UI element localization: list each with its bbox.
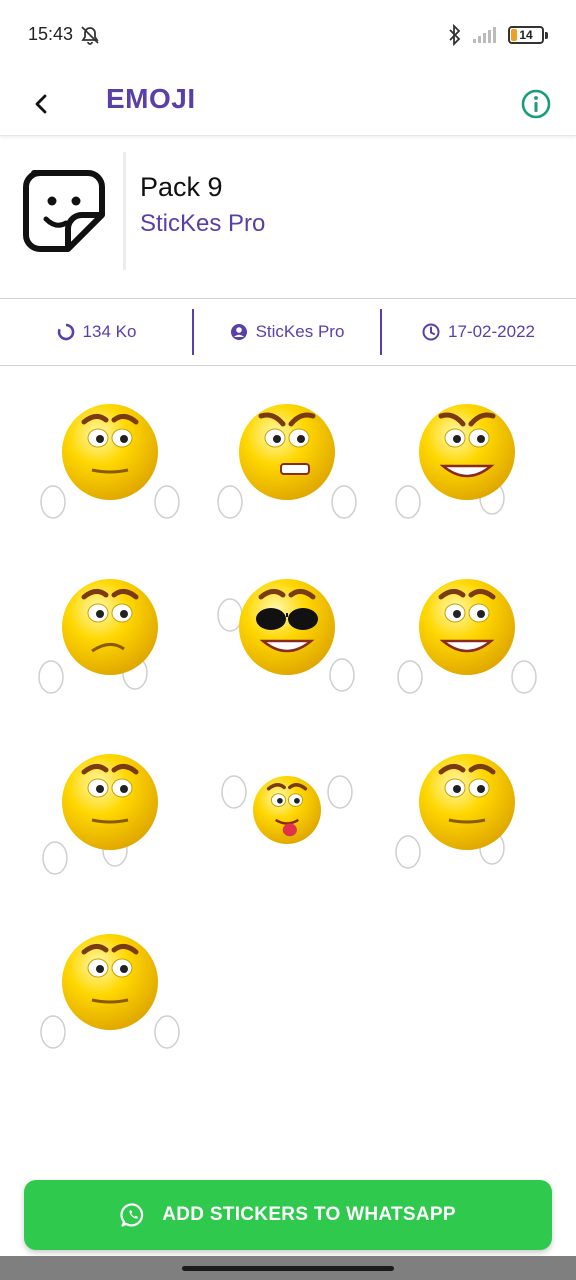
mute-icon <box>81 26 99 45</box>
add-to-whatsapp-label: ADD STICKERS TO WHATSAPP <box>162 1204 456 1225</box>
pack-author: SticKes Pro <box>140 210 266 237</box>
system-nav-bar <box>0 1256 576 1280</box>
back-button[interactable] <box>24 82 60 126</box>
back-arrow-icon <box>35 94 47 114</box>
battery-level: 14 <box>519 28 533 42</box>
page-title: EMOJI <box>106 83 196 114</box>
info-icon <box>521 89 551 119</box>
pack-size: 134 Ko <box>0 299 193 365</box>
sticker-item[interactable] <box>212 740 362 880</box>
app-bar: EMOJI <box>0 72 576 136</box>
sticker-item[interactable] <box>35 920 185 1060</box>
pack-tray-icon <box>20 152 126 270</box>
size-icon <box>57 323 74 341</box>
account-icon <box>230 324 247 340</box>
pack-publisher: SticKes Pro <box>193 299 381 365</box>
battery-icon: 14 <box>508 26 548 44</box>
whatsapp-icon <box>120 1203 144 1227</box>
sticker-item[interactable] <box>35 740 185 880</box>
sticker-item[interactable] <box>392 565 542 705</box>
status-icons: 14 <box>448 24 548 46</box>
pack-date: 17-02-2022 <box>381 299 576 365</box>
pack-header: Pack 9 SticKes Pro <box>0 150 576 272</box>
clock-icon <box>422 323 440 341</box>
pack-publisher-label: SticKes Pro <box>255 322 345 341</box>
status-bar: 15:43 14 <box>0 0 576 72</box>
sticker-pack-icon <box>23 170 105 252</box>
sticker-item[interactable] <box>212 390 362 530</box>
sticker-item[interactable] <box>35 565 185 705</box>
sticker-item[interactable] <box>35 390 185 530</box>
pack-date-label: 17-02-2022 <box>448 322 535 341</box>
home-gesture-handle[interactable] <box>182 1266 394 1271</box>
sticker-item[interactable] <box>392 740 542 880</box>
bluetooth-icon <box>449 24 461 46</box>
pack-info-strip: 134 Ko SticKes Pro 17-02-2022 <box>0 298 576 366</box>
sticker-item[interactable] <box>212 565 362 705</box>
pack-size-label: 134 Ko <box>82 322 137 341</box>
signal-icon <box>473 27 496 43</box>
add-to-whatsapp-button[interactable]: ADD STICKERS TO WHATSAPP <box>24 1180 552 1250</box>
status-time: 15:43 <box>28 24 74 44</box>
sticker-item[interactable] <box>392 390 542 530</box>
info-button[interactable] <box>516 82 556 126</box>
pack-name: Pack 9 <box>140 172 223 202</box>
